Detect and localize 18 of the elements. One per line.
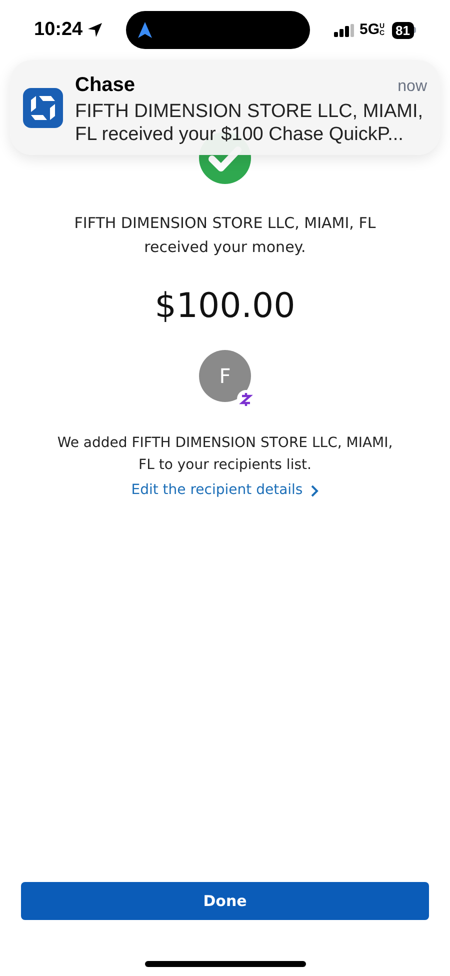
app-logo-icon xyxy=(23,88,63,128)
recipient-avatar: F xyxy=(199,350,251,402)
edit-recipient-link[interactable]: Edit the recipient details xyxy=(131,480,319,501)
amount: $100.00 xyxy=(154,285,296,328)
recipient-note: We added FIFTH DIMENSION STORE LLC, MIAMI, FL to your recipients list. xyxy=(57,434,393,475)
location-arrow-icon xyxy=(86,22,103,38)
notification-banner[interactable]: Chase now FIFTH DIMENSION STORE LLC, MIAMI, FL received your $100 Chase QuickP... xyxy=(10,60,440,155)
notification-time: now xyxy=(398,76,427,96)
battery-icon: 81 xyxy=(392,22,416,38)
navigation-arrow-icon xyxy=(138,22,152,38)
notification-message: FIFTH DIMENSION STORE LLC, MIAMI, FL received your $100 Chase QuickP... xyxy=(75,100,424,146)
status-time: 10:24 xyxy=(34,18,83,42)
notification-app-name: Chase xyxy=(75,72,136,98)
done-button[interactable]: Done xyxy=(21,882,429,920)
signal-icon xyxy=(334,24,354,36)
zelle-badge-icon xyxy=(237,390,255,408)
chevron-right-icon xyxy=(310,484,319,496)
confirmation-message: FIFTH DIMENSION STORE LLC, MIAMI, FL received your money. xyxy=(74,213,376,258)
